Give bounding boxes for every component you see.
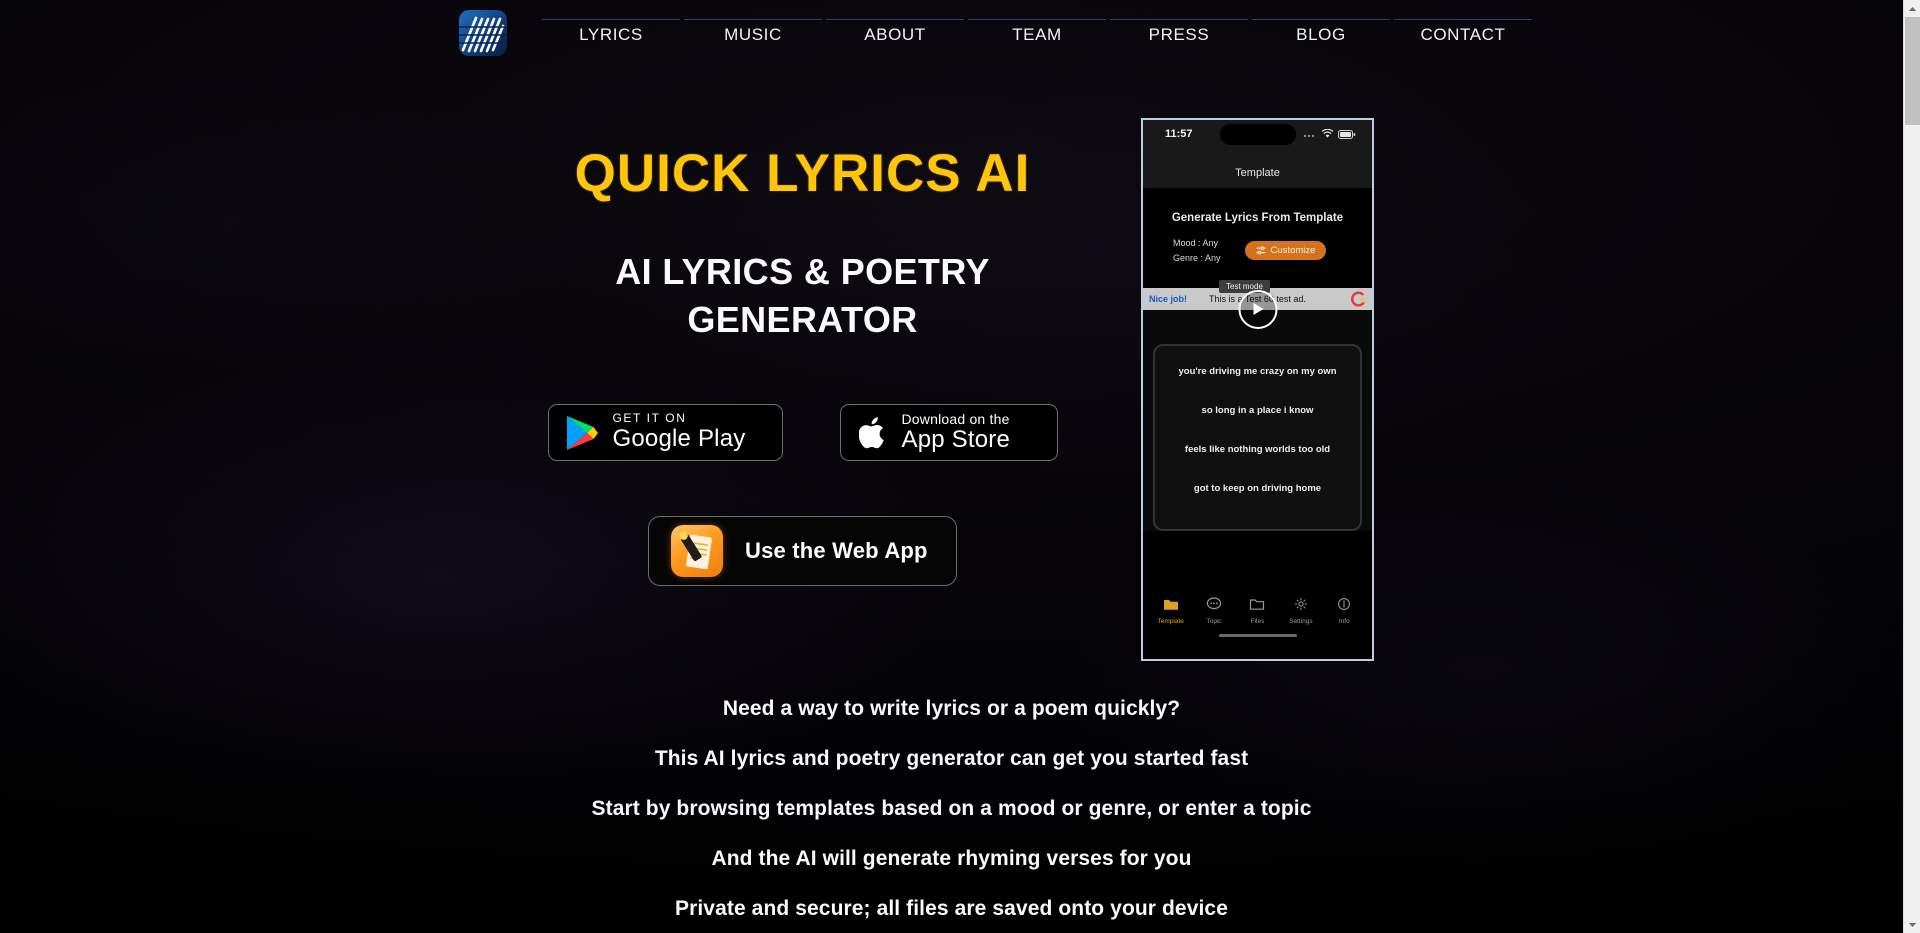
phone-mockup: 11:57 Template Generate Lyrics From Temp… <box>1141 118 1374 661</box>
status-bar-time: 11:57 <box>1165 128 1193 140</box>
phone-screen-body: Generate Lyrics From Template Mood : Any… <box>1143 188 1372 531</box>
nav-item-lyrics[interactable]: LYRICS <box>542 0 680 45</box>
nav-label: BLOG <box>1296 25 1346 44</box>
tab-label: Topic <box>1206 618 1222 625</box>
chat-bubble-icon <box>1206 597 1222 610</box>
google-badge-small-text: GET IT ON <box>612 411 687 426</box>
mood-genre-values: Mood : Any Genre : Any <box>1173 236 1221 266</box>
google-badge-big-text: Google Play <box>612 425 746 453</box>
generate-lyrics-heading: Generate Lyrics From Template <box>1171 212 1344 224</box>
nav-item-music[interactable]: MUSIC <box>684 0 822 45</box>
play-button[interactable] <box>1238 289 1277 329</box>
folder-filled-icon <box>1163 600 1178 610</box>
nav-label: CONTACT <box>1420 25 1506 44</box>
tab-label: Info <box>1338 618 1350 625</box>
phone-screen-nav-title: Template <box>1143 166 1372 188</box>
lyric-line: feels like nothing worlds too old <box>1184 443 1331 455</box>
page-canvas: LYRICS MUSIC ABOUT TEAM PRESS BLOG CONTA… <box>0 0 1903 933</box>
phone-notch <box>1219 124 1296 145</box>
genre-value: Genre : Any <box>1173 252 1221 263</box>
nav-item-team[interactable]: TEAM <box>968 0 1106 45</box>
google-play-triangle-icon <box>566 415 598 450</box>
tab-files[interactable]: Files <box>1237 597 1277 625</box>
app-store-badge[interactable]: Download on the App Store <box>839 404 1058 461</box>
apple-badge-big-text: App Store <box>901 426 1011 454</box>
tab-template[interactable]: Template <box>1151 597 1191 625</box>
copy-line: Private and secure; all files are saved … <box>674 897 1228 920</box>
notepad-pen-icon <box>671 525 723 577</box>
lyric-line: so long in a place i know <box>1201 404 1314 416</box>
bottom-copy-block: Need a way to write lyrics or a poem qui… <box>0 697 1903 933</box>
signal-dots-icon <box>1303 134 1315 138</box>
nav-label: MUSIC <box>724 25 782 44</box>
phone-status-bar: 11:57 <box>1143 120 1372 166</box>
google-play-badge[interactable]: GET IT ON Google Play <box>547 404 783 461</box>
status-bar-indicators <box>1303 129 1356 139</box>
mood-value: Mood : Any <box>1173 238 1219 248</box>
copy-line: This AI lyrics and poetry generator can … <box>654 747 1249 770</box>
customize-button[interactable]: Customize <box>1244 241 1327 261</box>
tab-info[interactable]: Info <box>1324 597 1364 625</box>
apple-logo-icon <box>858 416 884 448</box>
nav-label: PRESS <box>1148 25 1210 44</box>
admob-logo-icon <box>1351 291 1365 307</box>
nav-item-blog[interactable]: BLOG <box>1252 0 1390 45</box>
phone-tab-bar: Template Topic Files Settings Info <box>1143 597 1372 625</box>
tab-label: Settings <box>1289 618 1313 625</box>
gear-icon <box>1294 597 1307 611</box>
nav-label: ABOUT <box>864 25 926 44</box>
scroll-down-arrow-icon[interactable] <box>1904 916 1920 933</box>
copy-line: Start by browsing templates based on a m… <box>591 797 1312 820</box>
scrollbar-thumb[interactable] <box>1905 17 1920 125</box>
play-icon <box>1253 303 1263 316</box>
ad-cta-text: Nice job! <box>1149 293 1188 304</box>
apple-badge-small-text: Download on the <box>901 411 1010 428</box>
top-navigation-bar: LYRICS MUSIC ABOUT TEAM PRESS BLOG CONTA… <box>0 0 1903 62</box>
nav-label: TEAM <box>1012 25 1062 44</box>
scroll-up-arrow-icon[interactable] <box>1904 0 1920 17</box>
sliders-icon <box>1255 246 1266 255</box>
tab-topic[interactable]: Topic <box>1194 597 1234 625</box>
use-web-app-label: Use the Web App <box>745 538 928 563</box>
battery-icon <box>1338 129 1356 139</box>
tab-label: Template <box>1157 618 1184 625</box>
lyrics-box: you're driving me crazy on my own so lon… <box>1153 343 1362 531</box>
customize-label: Customize <box>1270 245 1316 257</box>
copy-line: Need a way to write lyrics or a poem qui… <box>722 697 1181 720</box>
nav-item-contact[interactable]: CONTACT <box>1394 0 1532 45</box>
tab-settings[interactable]: Settings <box>1281 597 1321 625</box>
striped-logo-icon <box>459 16 507 53</box>
nav-item-about[interactable]: ABOUT <box>826 0 964 45</box>
lyric-line: got to keep on driving home <box>1193 482 1322 494</box>
lyric-line: you're driving me crazy on my own <box>1178 365 1337 377</box>
use-web-app-button[interactable]: Use the Web App <box>648 516 957 586</box>
nav-item-press[interactable]: PRESS <box>1110 0 1248 45</box>
home-indicator <box>1218 634 1297 637</box>
folder-outline-icon <box>1250 599 1265 610</box>
nav-label: LYRICS <box>579 25 643 44</box>
info-icon <box>1338 598 1351 610</box>
copy-line: And the AI will generate rhyming verses … <box>711 847 1192 870</box>
site-logo[interactable] <box>459 10 507 56</box>
page-scrollbar[interactable] <box>1903 0 1920 933</box>
wifi-icon <box>1321 129 1334 138</box>
mood-genre-row: Mood : Any Genre : Any Customize <box>1143 224 1372 266</box>
tab-label: Files <box>1250 618 1265 625</box>
lyrics-preview-area: you're driving me crazy on my own so lon… <box>1143 289 1372 531</box>
nav-items: LYRICS MUSIC ABOUT TEAM PRESS BLOG CONTA… <box>540 0 1534 45</box>
